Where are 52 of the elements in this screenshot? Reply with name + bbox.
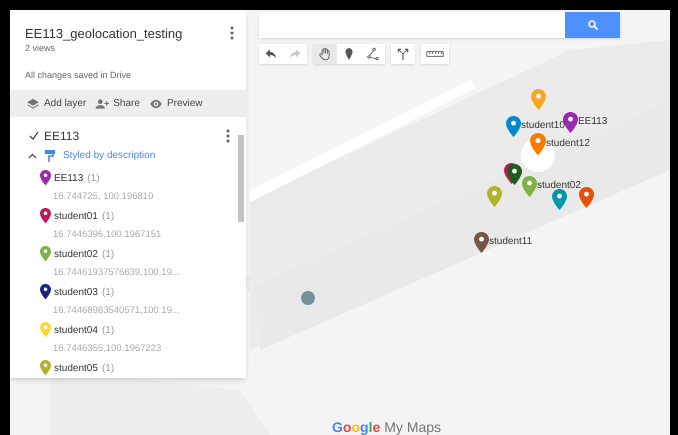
add-person-icon <box>95 96 110 110</box>
views-count: 2 views <box>25 42 56 56</box>
item-count: (1) <box>102 248 114 262</box>
toolbar-button[interactable] <box>421 44 449 64</box>
pin-label: student10 <box>521 121 565 131</box>
paint-roller-icon <box>45 150 55 162</box>
panel-action[interactable]: Add layer <box>26 96 86 111</box>
line-icon[interactable] <box>366 47 380 61</box>
check-icon <box>28 131 38 141</box>
scrollbar[interactable] <box>238 135 244 222</box>
save-status: All changes saved in Drive <box>25 68 132 82</box>
item-count: (1) <box>87 172 100 186</box>
toolbar-button[interactable] <box>313 44 337 64</box>
toolbar-button[interactable] <box>337 44 361 64</box>
panel-action[interactable]: Share <box>95 96 140 111</box>
layers-icon <box>26 96 40 110</box>
item-name[interactable]: student01 <box>54 208 98 224</box>
hand-icon[interactable] <box>318 47 332 61</box>
collapse-caret-icon[interactable] <box>28 152 37 158</box>
toolbar-button[interactable] <box>259 44 283 64</box>
item-coordinates: 16.74468983540571,100.19... <box>52 304 181 318</box>
item-name[interactable]: student05 <box>54 360 98 376</box>
search-icon <box>586 19 598 31</box>
item-count: (1) <box>102 210 114 224</box>
item-name[interactable]: student04 <box>54 322 98 338</box>
item-coordinates: 16.7446355,100.1967223 <box>52 342 162 356</box>
more-icon[interactable] <box>230 26 234 40</box>
item-name[interactable]: EE113 <box>54 170 84 186</box>
toolbar-button[interactable] <box>391 44 415 64</box>
pin-label: student11 <box>489 237 532 247</box>
item-count: (1) <box>102 362 114 376</box>
item-coordinates: 16.74461937576639,100.19... <box>52 266 181 280</box>
search-field[interactable] <box>259 12 565 38</box>
fork-arrow-icon[interactable] <box>396 47 410 61</box>
layer-name: EE113 <box>44 128 80 145</box>
toolbar-button[interactable] <box>361 44 385 64</box>
panel-action[interactable]: Preview <box>148 96 203 111</box>
layer-checkbox[interactable] <box>28 130 39 142</box>
item-count: (1) <box>102 286 114 300</box>
item-name[interactable]: student03 <box>54 284 98 300</box>
item-coordinates: 16.744725, 100.196810 <box>52 190 154 204</box>
more-icon[interactable] <box>226 129 230 143</box>
item-coordinates: 16.7446396,100.1967151 <box>52 228 162 242</box>
item-name[interactable]: student02 <box>54 246 98 262</box>
branding-logo: Google My Maps <box>332 420 442 434</box>
style-label[interactable]: Styled by description <box>63 148 156 163</box>
item-count: (1) <box>102 324 114 338</box>
pin-label: student02 <box>537 181 581 191</box>
pin-label: student12 <box>546 139 590 149</box>
pin-label: EE113 <box>578 117 608 127</box>
search-button[interactable] <box>565 12 620 38</box>
map-title: EE113_geolocation_testing <box>25 26 184 42</box>
